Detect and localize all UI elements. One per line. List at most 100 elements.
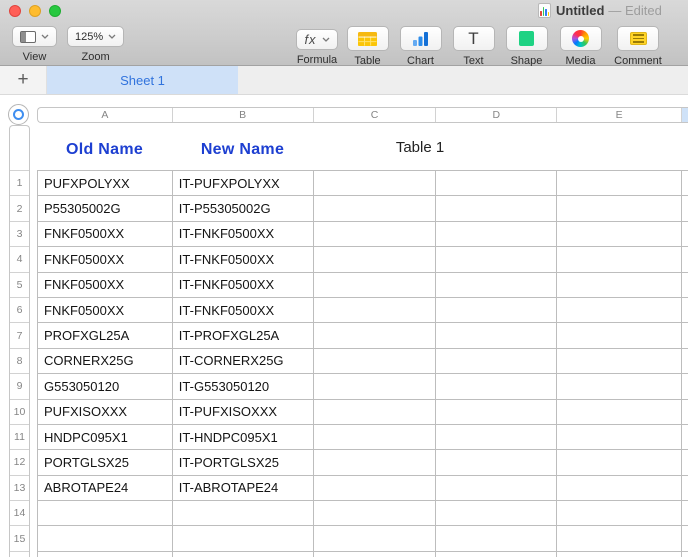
cell-C12[interactable] (314, 450, 437, 474)
cell-E2[interactable] (557, 196, 682, 220)
cell-F2[interactable] (682, 196, 688, 220)
zoom-window-button[interactable] (49, 5, 61, 17)
cell-B3[interactable]: IT-FNKF0500XX (173, 222, 314, 246)
cell-E10[interactable] (557, 400, 682, 424)
cell-D6[interactable] (436, 298, 557, 322)
cell-C16[interactable] (314, 552, 437, 557)
row-header-11[interactable]: 11 (10, 425, 29, 450)
row-header-10[interactable]: 10 (10, 400, 29, 425)
cell-E12[interactable] (557, 450, 682, 474)
cell-C2[interactable] (314, 196, 437, 220)
cell-A15[interactable] (38, 526, 173, 550)
text-button[interactable]: T (453, 26, 495, 51)
cell-C3[interactable] (314, 222, 437, 246)
chart-button[interactable] (400, 26, 442, 51)
cell-E5[interactable] (557, 273, 682, 297)
minimize-window-button[interactable] (29, 5, 41, 17)
row-header-1[interactable]: 1 (10, 171, 29, 196)
cell-D1[interactable] (436, 171, 557, 195)
comment-button[interactable] (617, 26, 659, 51)
cell-D5[interactable] (436, 273, 557, 297)
cell-D7[interactable] (436, 323, 557, 347)
cell-A3[interactable]: FNKF0500XX (38, 222, 173, 246)
cell-D9[interactable] (436, 374, 557, 398)
cell-F10[interactable] (682, 400, 688, 424)
cell-B16[interactable] (173, 552, 314, 557)
cell-E9[interactable] (557, 374, 682, 398)
cell-A12[interactable]: PORTGLSX25 (38, 450, 173, 474)
cell-E16[interactable] (557, 552, 682, 557)
cell-D2[interactable] (436, 196, 557, 220)
cell-A4[interactable]: FNKF0500XX (38, 247, 173, 271)
cell-A8[interactable]: CORNERX25G (38, 349, 173, 373)
cell-C8[interactable] (314, 349, 437, 373)
header-cell-new-name[interactable]: New Name (172, 141, 313, 159)
cell-B15[interactable] (173, 526, 314, 550)
cell-D12[interactable] (436, 450, 557, 474)
cell-C9[interactable] (314, 374, 437, 398)
cell-F1[interactable] (682, 171, 688, 195)
cell-D14[interactable] (436, 501, 557, 525)
shape-button[interactable] (506, 26, 548, 51)
cell-A5[interactable]: FNKF0500XX (38, 273, 173, 297)
cell-A10[interactable]: PUFXISOXXX (38, 400, 173, 424)
cell-B2[interactable]: IT-P55305002G (173, 196, 314, 220)
media-button[interactable] (560, 26, 602, 51)
cell-B12[interactable]: IT-PORTGLSX25 (173, 450, 314, 474)
cell-E7[interactable] (557, 323, 682, 347)
row-header-14[interactable]: 14 (10, 501, 29, 526)
row-header-9[interactable]: 9 (10, 374, 29, 399)
cell-E6[interactable] (557, 298, 682, 322)
row-header-2[interactable]: 2 (10, 196, 29, 221)
cell-F16[interactable] (682, 552, 688, 557)
cell-D4[interactable] (436, 247, 557, 271)
cell-D10[interactable] (436, 400, 557, 424)
add-sheet-button[interactable]: + (0, 66, 47, 94)
table-title[interactable]: Table 1 (396, 139, 444, 156)
cell-E1[interactable] (557, 171, 682, 195)
cell-D15[interactable] (436, 526, 557, 550)
zoom-button[interactable]: 125% (67, 26, 124, 47)
cell-F11[interactable] (682, 425, 688, 449)
cell-C13[interactable] (314, 476, 437, 500)
cell-B8[interactable]: IT-CORNERX25G (173, 349, 314, 373)
cell-A1[interactable]: PUFXPOLYXX (38, 171, 173, 195)
cell-B14[interactable] (173, 501, 314, 525)
cell-E3[interactable] (557, 222, 682, 246)
row-header-12[interactable]: 12 (10, 450, 29, 475)
cell-E8[interactable] (557, 349, 682, 373)
cell-C5[interactable] (314, 273, 437, 297)
cell-F3[interactable] (682, 222, 688, 246)
row-header-16[interactable] (10, 552, 29, 557)
tab-sheet-1[interactable]: Sheet 1 (47, 66, 238, 94)
cell-E14[interactable] (557, 501, 682, 525)
row-header-4[interactable]: 4 (10, 247, 29, 272)
cell-F13[interactable] (682, 476, 688, 500)
cell-C1[interactable] (314, 171, 437, 195)
cell-C4[interactable] (314, 247, 437, 271)
cell-E13[interactable] (557, 476, 682, 500)
cell-A14[interactable] (38, 501, 173, 525)
cell-F15[interactable] (682, 526, 688, 550)
cell-C7[interactable] (314, 323, 437, 347)
cell-F14[interactable] (682, 501, 688, 525)
row-header-13[interactable]: 13 (10, 476, 29, 501)
table-button[interactable] (347, 26, 389, 51)
cell-B1[interactable]: IT-PUFXPOLYXX (173, 171, 314, 195)
cell-A11[interactable]: HNDPC095X1 (38, 425, 173, 449)
cell-F7[interactable] (682, 323, 688, 347)
formula-button[interactable]: fx (296, 29, 337, 50)
cell-A16[interactable] (38, 552, 173, 557)
cell-F5[interactable] (682, 273, 688, 297)
row-header-5[interactable]: 5 (10, 273, 29, 298)
row-header-6[interactable]: 6 (10, 298, 29, 323)
cell-B9[interactable]: IT-G553050120 (173, 374, 314, 398)
column-header-B[interactable]: B (173, 108, 314, 122)
cell-F9[interactable] (682, 374, 688, 398)
view-button[interactable] (12, 26, 57, 47)
cell-D16[interactable] (436, 552, 557, 557)
row-header-15[interactable]: 15 (10, 526, 29, 551)
table-select-handle[interactable] (8, 104, 29, 125)
cell-B5[interactable]: IT-FNKF0500XX (173, 273, 314, 297)
cell-B6[interactable]: IT-FNKF0500XX (173, 298, 314, 322)
